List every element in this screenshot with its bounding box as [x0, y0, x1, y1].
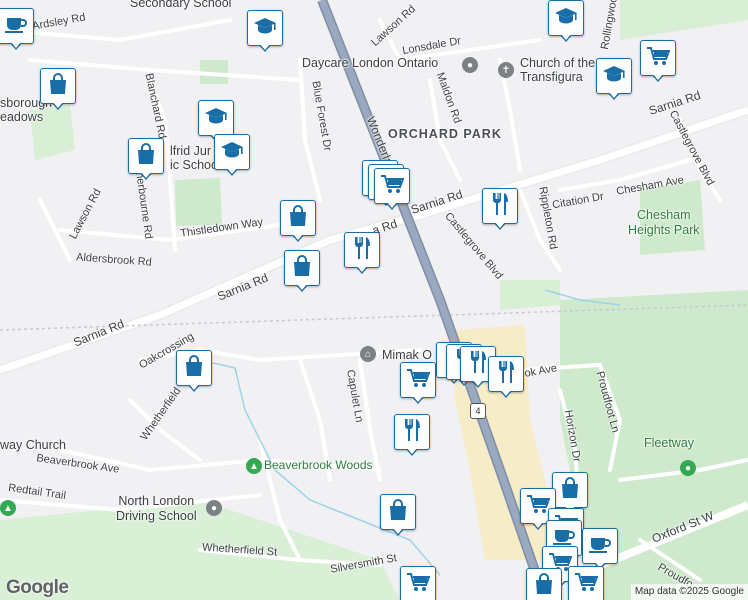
- marker-restaurant[interactable]: [394, 414, 430, 458]
- marker-grocery[interactable]: [568, 566, 604, 600]
- fleetway-pin-icon[interactable]: ●: [680, 460, 696, 476]
- trail-pin-icon[interactable]: ▲: [0, 500, 16, 516]
- fork-knife-icon: [490, 192, 510, 221]
- shopping-bag-icon: [560, 476, 580, 504]
- label-north-london-driving: North London Driving School: [116, 494, 197, 523]
- marker-school[interactable]: [548, 0, 584, 44]
- fork-knife-icon: [468, 350, 488, 379]
- marker-shopping[interactable]: [280, 200, 316, 244]
- shopping-bag-icon: [292, 254, 312, 282]
- highway-4-shield: 4: [470, 403, 486, 419]
- google-logo: Google: [6, 577, 69, 598]
- fork-knife-icon: [352, 236, 372, 265]
- coffee-cup-icon: [5, 15, 27, 38]
- marker-shopping[interactable]: [526, 568, 562, 600]
- marker-grocery[interactable]: [400, 362, 436, 406]
- label-beaverbrook-woods: Beaverbrook Woods: [264, 458, 373, 472]
- marker-grocery[interactable]: [400, 566, 436, 600]
- marker-shopping[interactable]: [128, 138, 164, 182]
- shopping-bag-icon: [48, 72, 68, 100]
- shopping-cart-icon: [574, 572, 599, 597]
- map-base-layer: [0, 0, 748, 600]
- church-pin-icon[interactable]: ✝: [498, 62, 514, 78]
- graduation-cap-icon: [204, 107, 228, 130]
- shopping-cart-icon: [526, 494, 551, 519]
- label-fleetway: Fleetway: [644, 436, 695, 450]
- marker-school[interactable]: [214, 134, 250, 178]
- museum-pin-icon[interactable]: ⌂: [360, 346, 376, 362]
- park-pin-icon[interactable]: ▲: [246, 458, 262, 474]
- marker-restaurant[interactable]: [344, 232, 380, 276]
- label-daycare: Daycare London Ontario: [302, 56, 439, 70]
- marker-school[interactable]: [596, 58, 632, 102]
- shopping-cart-icon: [646, 46, 671, 71]
- shopping-bag-icon: [288, 204, 308, 232]
- graduation-cap-icon: [253, 17, 277, 40]
- map-canvas[interactable]: Secondary School Ardsley Rd Lawson Rd Lo…: [0, 0, 748, 600]
- marker-shopping[interactable]: [176, 350, 212, 394]
- label-mimak: Mimak O: [382, 348, 432, 362]
- shopping-cart-icon: [380, 174, 405, 199]
- coffee-cup-icon: [589, 535, 611, 558]
- label-chesham-heights-park: Chesham Heights Park: [628, 208, 700, 237]
- shopping-bag-icon: [388, 498, 408, 526]
- marker-shopping[interactable]: [380, 494, 416, 538]
- map-attribution[interactable]: Map data ©2025 Google: [630, 584, 748, 600]
- fork-knife-icon: [496, 360, 516, 389]
- driving-school-pin-icon[interactable]: ●: [206, 500, 222, 516]
- marker-restaurant[interactable]: [482, 188, 518, 232]
- shopping-bag-icon: [136, 142, 156, 170]
- marker-shopping[interactable]: [284, 250, 320, 294]
- marker-grocery[interactable]: [374, 168, 410, 212]
- marker-restaurant[interactable]: [488, 356, 524, 400]
- label-secondary-school: Secondary School: [130, 0, 232, 10]
- label-way-church: way Church: [0, 438, 66, 452]
- marker-grocery[interactable]: [640, 40, 676, 84]
- daycare-pin-icon[interactable]: ●: [462, 57, 478, 73]
- graduation-cap-icon: [554, 7, 578, 30]
- marker-shopping[interactable]: [40, 68, 76, 112]
- shopping-bag-icon: [184, 354, 204, 382]
- label-orchard-park: ORCHARD PARK: [388, 127, 502, 141]
- shopping-cart-icon: [406, 368, 431, 393]
- shopping-bag-icon: [534, 572, 554, 600]
- marker-school[interactable]: [247, 10, 283, 54]
- graduation-cap-icon: [602, 65, 626, 88]
- shopping-cart-icon: [406, 572, 431, 597]
- marker-cafe[interactable]: [0, 8, 34, 52]
- graduation-cap-icon: [220, 141, 244, 164]
- fork-knife-icon: [402, 418, 422, 447]
